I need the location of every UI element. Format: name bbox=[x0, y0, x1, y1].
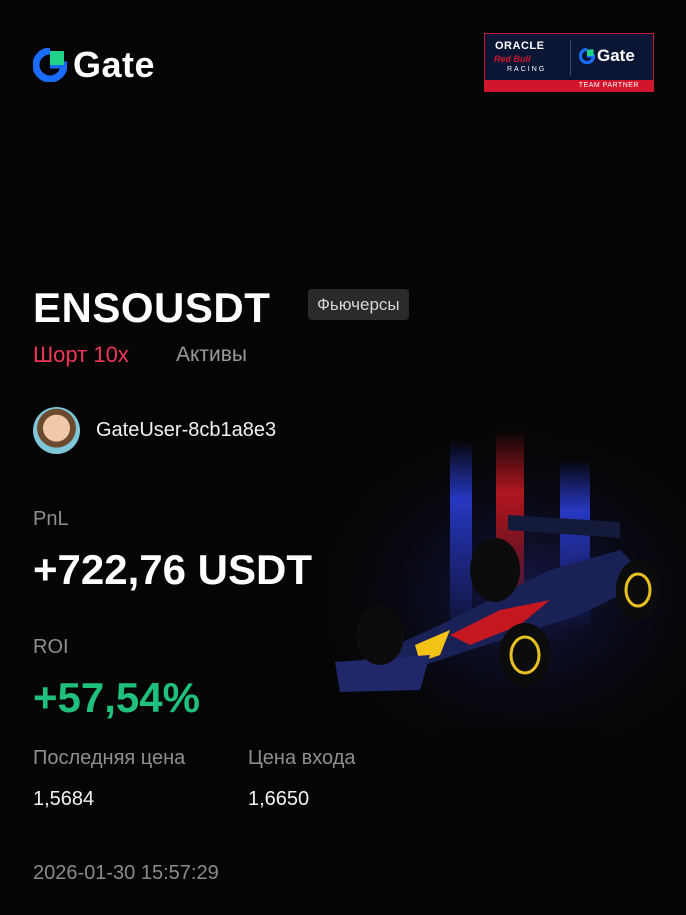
partner-racing-text: RACING bbox=[507, 66, 547, 73]
gate-logo: Gate bbox=[33, 44, 155, 86]
partner-oracle-text: ORACLE bbox=[495, 40, 545, 52]
position-side-leverage: Шорт 10x bbox=[33, 342, 129, 367]
gate-logo-text: Gate bbox=[73, 44, 156, 85]
gate-logo-icon bbox=[33, 48, 67, 82]
partner-strip: TEAM PARTNER bbox=[485, 80, 653, 91]
market-type-tag: Фьючерсы bbox=[308, 289, 409, 320]
avatar bbox=[33, 407, 80, 454]
partner-redbull-text: Red Bull bbox=[494, 54, 531, 64]
last-price-label: Последняя цена bbox=[33, 747, 186, 769]
car-wheel-front-left bbox=[356, 605, 404, 665]
pnl-value: +722,76 USDT bbox=[33, 546, 312, 593]
car-wheel-front-right bbox=[499, 623, 551, 687]
partner-gate-text: Gate bbox=[597, 46, 635, 65]
roi-label: ROI bbox=[33, 636, 69, 658]
car-wheel-rear-right bbox=[616, 560, 660, 620]
light-bar-blue bbox=[450, 440, 472, 640]
partner-divider bbox=[570, 40, 571, 76]
team-partner-badge: ORACLE Red Bull RACING Gate TEAM PARTNER bbox=[484, 33, 654, 92]
pnl-label: PnL bbox=[33, 508, 69, 530]
partner-gate-logo: Gate bbox=[579, 46, 635, 66]
asset-label: Активы bbox=[176, 343, 248, 366]
roi-value: +57,54% bbox=[33, 674, 200, 721]
timestamp: 2026-01-30 15:57:29 bbox=[33, 862, 219, 884]
car-wheel-rear-left bbox=[470, 538, 520, 602]
entry-price-label: Цена входа bbox=[248, 747, 356, 769]
entry-price-value: 1,6650 bbox=[248, 788, 310, 810]
username: GateUser-8cb1a8e3 bbox=[96, 419, 277, 441]
race-car-illustration bbox=[320, 430, 686, 730]
last-price-value: 1,5684 bbox=[33, 788, 95, 810]
partner-gate-icon bbox=[579, 48, 595, 64]
position-symbol: ENSOUSDT bbox=[33, 284, 271, 331]
